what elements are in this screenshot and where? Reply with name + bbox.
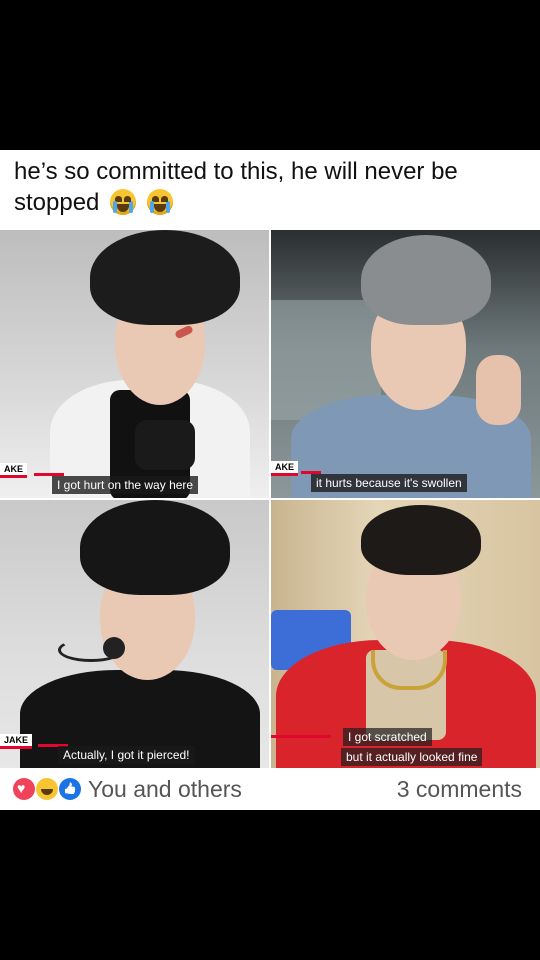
- haha-reaction-icon[interactable]: [36, 778, 58, 800]
- post-card: he’s so committed to this, he will never…: [0, 150, 540, 810]
- person-hair: [90, 230, 240, 325]
- subtitle-text: I got hurt on the way here: [52, 476, 199, 494]
- photo-panel-1[interactable]: AKE I got hurt on the way here: [0, 230, 269, 498]
- person-hair: [80, 500, 230, 595]
- name-tag: JAKE: [0, 734, 33, 749]
- person-hair: [361, 505, 481, 575]
- love-reaction-icon[interactable]: [13, 778, 35, 800]
- crying-face-emoji-icon: [110, 189, 137, 215]
- photo-grid[interactable]: AKE I got hurt on the way here AKE it hu…: [0, 230, 540, 768]
- subtitle-text-line2: but it actually looked fine: [341, 748, 483, 766]
- gloved-hand: [135, 420, 195, 470]
- reactors-text[interactable]: You and others: [88, 776, 242, 803]
- microphone: [103, 637, 125, 659]
- subtitle-accent-line: [271, 735, 331, 738]
- person-hair: [361, 235, 491, 325]
- post-caption: he’s so committed to this, he will never…: [14, 156, 524, 218]
- raised-hand: [476, 355, 521, 425]
- photo-panel-3[interactable]: JAKE Actually, I got it pierced!: [0, 500, 269, 768]
- photo-panel-2[interactable]: AKE it hurts because it's swollen: [271, 230, 540, 498]
- subtitle-text: it hurts because it's swollen: [311, 474, 467, 492]
- crying-face-emoji-icon: [146, 189, 173, 215]
- subtitle-text-line1: I got scratched: [343, 728, 432, 746]
- name-tag: AKE: [0, 463, 28, 478]
- caption-text: he’s so committed to this, he will never…: [14, 158, 458, 216]
- comments-count[interactable]: 3 comments: [397, 776, 522, 803]
- post-footer: You and others 3 comments: [0, 770, 540, 808]
- like-reaction-icon[interactable]: [59, 778, 81, 800]
- name-tag: AKE: [271, 461, 299, 476]
- photo-panel-4[interactable]: I got scratched but it actually looked f…: [271, 500, 540, 768]
- subtitle-text: Actually, I got it pierced!: [58, 746, 195, 764]
